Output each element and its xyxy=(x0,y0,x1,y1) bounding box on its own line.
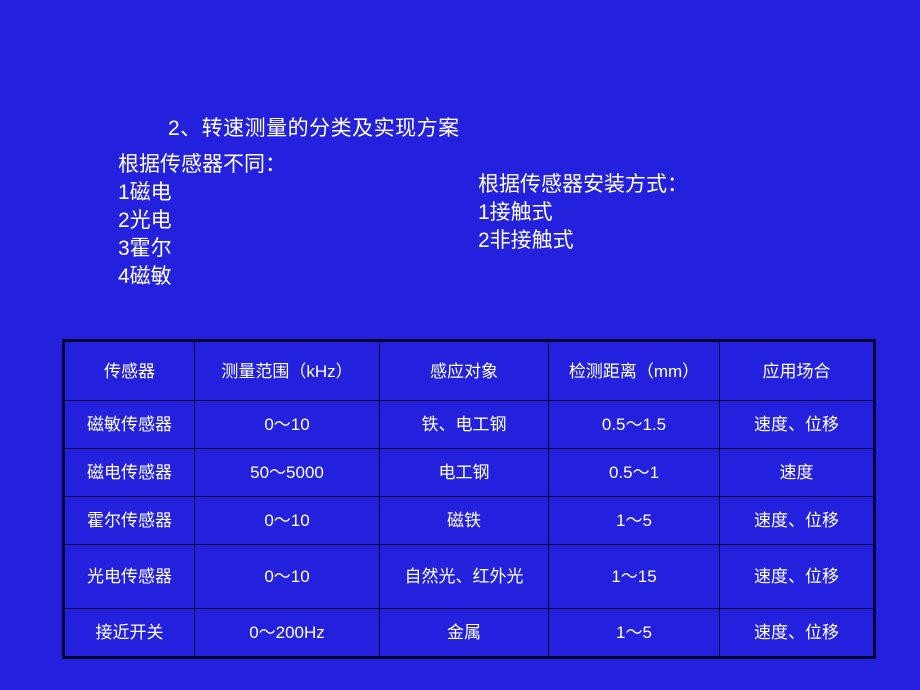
cell-sensing-target: 磁铁 xyxy=(379,496,549,545)
cell-application: 速度 xyxy=(719,448,875,497)
cell-sensor: 磁电传感器 xyxy=(63,448,195,497)
cell-detection-distance: 1～15 xyxy=(548,544,720,609)
page-title: 2、转速测量的分类及实现方案 xyxy=(168,117,460,140)
cell-sensing-target: 金属 xyxy=(379,608,549,658)
cell-sensor: 磁敏传感器 xyxy=(63,400,195,449)
cell-sensing-target: 电工钢 xyxy=(379,448,549,497)
column-header-sensor: 传感器 xyxy=(63,340,195,401)
cell-measuring-range: 0～10 xyxy=(194,544,380,609)
cell-detection-distance: 1～5 xyxy=(548,608,720,658)
cell-detection-distance: 1～5 xyxy=(548,496,720,545)
column-header-sensing-target: 感应对象 xyxy=(379,340,549,401)
list-item: 3霍尔 xyxy=(118,237,172,260)
cell-sensing-target: 铁、电工钢 xyxy=(379,400,549,449)
cell-measuring-range: 0～10 xyxy=(194,496,380,545)
list-item: 2非接触式 xyxy=(478,229,574,252)
table-row: 磁电传感器 50～5000 电工钢 0.5～1 速度 xyxy=(63,448,875,497)
mounting-type-list: 根据传感器安装方式： 1接触式 2非接触式 xyxy=(478,171,688,255)
list-item: 4磁敏 xyxy=(118,265,172,288)
cell-application: 速度、位移 xyxy=(719,496,875,545)
list-item: 2光电 xyxy=(118,209,172,232)
table-row: 磁敏传感器 0～10 铁、电工钢 0.5～1.5 速度、位移 xyxy=(63,400,875,449)
column-header-measuring-range: 测量范围（kHz） xyxy=(194,340,380,401)
cell-measuring-range: 50～5000 xyxy=(194,448,380,497)
cell-sensor: 霍尔传感器 xyxy=(63,496,195,545)
cell-detection-distance: 0.5～1 xyxy=(548,448,720,497)
cell-application: 速度、位移 xyxy=(719,544,875,609)
sensor-type-list: 根据传感器不同： 1磁电 2光电 3霍尔 4磁敏 xyxy=(118,151,286,291)
slide-canvas: 2、转速测量的分类及实现方案 根据传感器不同： 1磁电 2光电 3霍尔 4磁敏 … xyxy=(0,0,920,690)
cell-sensor: 光电传感器 xyxy=(63,544,195,609)
cell-measuring-range: 0～200Hz xyxy=(194,608,380,658)
table-row: 霍尔传感器 0～10 磁铁 1～5 速度、位移 xyxy=(63,496,875,545)
mounting-type-heading: 根据传感器安装方式： xyxy=(478,173,688,196)
cell-sensor: 接近开关 xyxy=(63,608,195,658)
table-row: 光电传感器 0～10 自然光、红外光 1～15 速度、位移 xyxy=(63,544,875,609)
cell-application: 速度、位移 xyxy=(719,608,875,658)
cell-measuring-range: 0～10 xyxy=(194,400,380,449)
table-row: 接近开关 0～200Hz 金属 1～5 速度、位移 xyxy=(63,608,875,658)
column-header-application: 应用场合 xyxy=(719,340,875,401)
sensor-type-heading: 根据传感器不同： xyxy=(118,153,286,176)
cell-sensing-target: 自然光、红外光 xyxy=(379,544,549,609)
cell-detection-distance: 0.5～1.5 xyxy=(548,400,720,449)
cell-application: 速度、位移 xyxy=(719,400,875,449)
list-item: 1接触式 xyxy=(478,201,553,224)
table-header-row: 传感器 测量范围（kHz） 感应对象 检测距离（mm） 应用场合 xyxy=(63,340,875,401)
column-header-detection-distance: 检测距离（mm） xyxy=(548,340,720,401)
sensor-comparison-table: 传感器 测量范围（kHz） 感应对象 检测距离（mm） 应用场合 磁敏传感器 0… xyxy=(62,339,876,659)
list-item: 1磁电 xyxy=(118,181,172,204)
